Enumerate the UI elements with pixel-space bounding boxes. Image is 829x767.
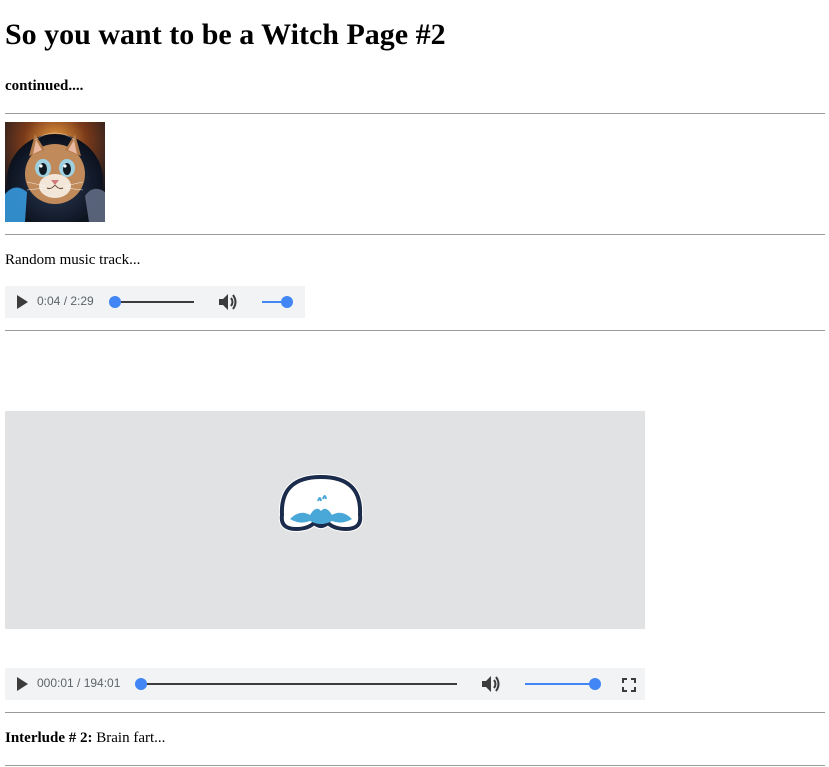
video-time: 000:01 / 194:01 — [37, 676, 121, 690]
volume-icon[interactable] — [217, 292, 239, 316]
play-icon[interactable] — [17, 295, 28, 309]
divider — [5, 712, 825, 713]
volume-icon[interactable] — [480, 674, 502, 698]
astronaut-cat-image — [5, 122, 105, 222]
video-poster[interactable] — [5, 411, 645, 629]
divider — [5, 234, 825, 235]
play-icon[interactable] — [17, 677, 28, 691]
interlude-heading: Interlude # 2: — [5, 730, 93, 746]
video-controls[interactable]: 000:01 / 194:01 — [5, 668, 645, 700]
fullscreen-icon[interactable] — [622, 677, 636, 696]
audio-player[interactable]: 0:04 / 2:29 — [5, 286, 305, 318]
audio-time: 0:04 / 2:29 — [37, 294, 94, 308]
divider — [5, 330, 825, 331]
interlude-line: Interlude # 2: Brain fart... — [5, 730, 165, 747]
page-subtitle: continued.... — [5, 78, 84, 94]
page-title: So you want to be a Witch Page #2 — [5, 18, 446, 51]
music-label: Random music track... — [5, 252, 141, 268]
divider — [5, 765, 825, 766]
jellyfish-logo-icon — [276, 471, 366, 541]
divider — [5, 113, 825, 114]
interlude-text: Brain fart... — [96, 730, 166, 746]
